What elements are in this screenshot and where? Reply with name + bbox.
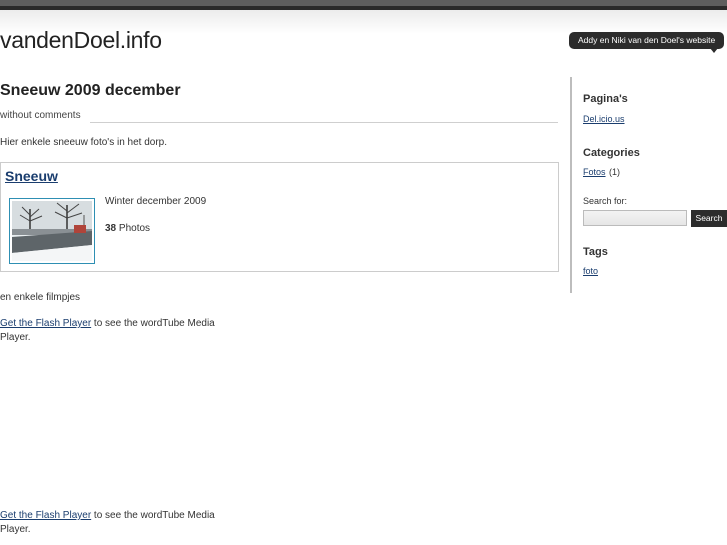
post-meta: without comments — [0, 110, 558, 124]
pages-heading: Pagina's — [583, 93, 628, 105]
sidebar-divider — [570, 77, 572, 293]
flash-player-notice: Get the Flash Player to see the wordTube… — [0, 509, 240, 537]
category-count: (1) — [609, 167, 620, 177]
search-button[interactable]: Search — [691, 210, 727, 227]
category-link-fotos[interactable]: Fotos — [583, 167, 606, 177]
comments-status: without comments — [0, 110, 81, 121]
post-intro: Hier enkele sneeuw foto's in het dorp. — [0, 137, 168, 148]
top-bar — [0, 0, 727, 10]
site-title[interactable]: vandenDoel.info — [0, 27, 162, 54]
search-input[interactable] — [583, 210, 687, 226]
get-flash-player-link[interactable]: Get the Flash Player — [0, 318, 91, 329]
post-title[interactable]: Sneeuw 2009 december — [0, 82, 181, 100]
gallery-description: Winter december 2009 — [105, 196, 207, 207]
categories-heading: Categories — [583, 147, 640, 159]
photo-count-number: 38 — [105, 223, 117, 234]
page-link-delicious[interactable]: Del.icio.us — [583, 114, 625, 124]
gallery-photo-count: 38 Photos — [105, 223, 150, 234]
gallery-thumbnail[interactable] — [9, 198, 95, 264]
search-label: Search for: — [583, 196, 628, 206]
snow-photo-icon — [12, 201, 92, 261]
gallery-title-link[interactable]: Sneeuw — [5, 168, 58, 184]
photo-count-label: Photos — [118, 223, 151, 234]
tag-link-foto[interactable]: foto — [583, 266, 598, 276]
films-text: en enkele filmpjes — [0, 292, 81, 303]
site-tagline: Addy en Niki van den Doel's website — [569, 32, 725, 53]
tags-heading: Tags — [583, 246, 608, 258]
meta-divider — [90, 122, 558, 123]
flash-player-notice: Get the Flash Player to see the wordTube… — [0, 317, 240, 345]
get-flash-player-link[interactable]: Get the Flash Player — [0, 510, 91, 521]
gallery-box: Sneeuw Winter december 2009 38 Photos — [0, 162, 559, 272]
